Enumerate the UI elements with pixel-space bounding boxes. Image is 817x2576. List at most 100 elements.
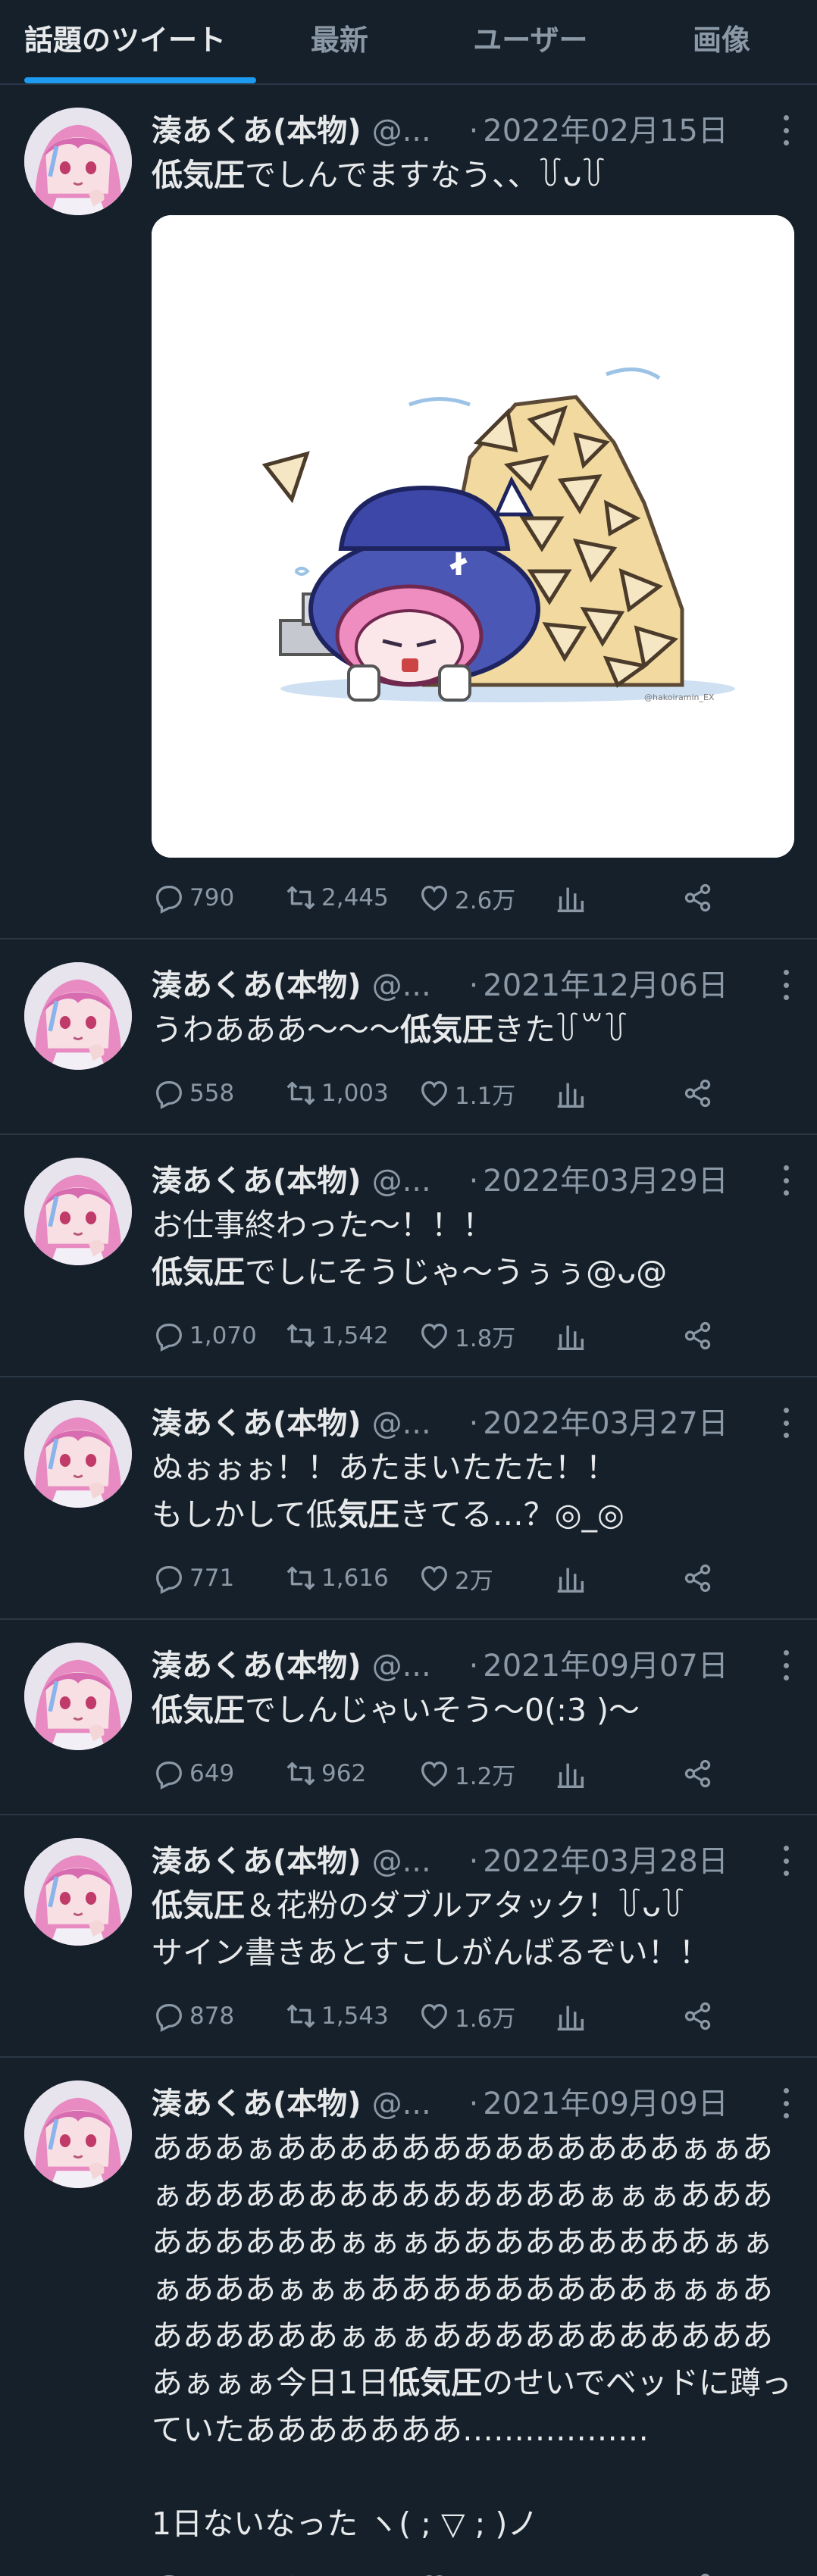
tweet[interactable]: 湊あくあ(本物) @... · 2022年03月27日 ぬぉぉぉ！！あたまいたた… bbox=[0, 1377, 817, 1620]
reply-button[interactable]: 558 bbox=[152, 1076, 283, 1111]
tweet-text-segment: でしんじゃいそう～0(:3 )～ bbox=[245, 1692, 640, 1728]
like-button[interactable]: 2万 bbox=[417, 1561, 553, 1596]
share-button[interactable] bbox=[681, 1999, 718, 2034]
analytics-button[interactable] bbox=[553, 1076, 681, 1111]
tweet[interactable]: 湊あくあ(本物) @... · 2022年03月28日 低気圧＆花粉のダブルアタ… bbox=[0, 1815, 817, 2058]
avatar[interactable] bbox=[24, 1158, 132, 1265]
avatar[interactable] bbox=[24, 1838, 132, 1946]
share-icon bbox=[684, 1079, 711, 1108]
more-icon[interactable] bbox=[782, 2088, 790, 2118]
more-icon[interactable] bbox=[782, 115, 790, 145]
tweet-text-segment: あああぁあああああああああああああぁぁあぁあああああああああああああぁぁぁあああ… bbox=[152, 2130, 773, 2401]
tweet-header: 湊あくあ(本物) @... · 2022年02月15日 bbox=[152, 106, 794, 152]
retweet-button[interactable]: 2,445 bbox=[283, 880, 417, 915]
reply-button[interactable]: 878 bbox=[152, 1999, 283, 2034]
more-icon[interactable] bbox=[782, 1165, 790, 1196]
tweet-header: 湊あくあ(本物) @... · 2021年12月06日 bbox=[152, 961, 794, 1006]
highlight-keyword: 低気圧 bbox=[152, 1254, 245, 1290]
share-button[interactable] bbox=[681, 2570, 718, 2576]
share-button[interactable] bbox=[681, 1561, 718, 1596]
author-name[interactable]: 湊あくあ(本物) bbox=[152, 2079, 362, 2123]
like-button[interactable]: 1.1万 bbox=[417, 1076, 553, 1111]
author-handle[interactable]: @... bbox=[372, 2087, 455, 2121]
retweet-count: 2,445 bbox=[321, 884, 389, 911]
tweet[interactable]: 湊あくあ(本物) @... · 2022年02月15日 低気圧でしんでますなう、… bbox=[0, 85, 817, 939]
like-button[interactable]: 1.8万 bbox=[417, 1318, 553, 1353]
author-handle[interactable]: @... bbox=[372, 114, 455, 148]
tab-people[interactable]: ユーザー bbox=[435, 0, 626, 83]
more-icon[interactable] bbox=[782, 1650, 790, 1680]
reply-button[interactable]: 771 bbox=[152, 1561, 283, 1596]
analytics-button[interactable] bbox=[553, 1561, 681, 1596]
author-name[interactable]: 湊あくあ(本物) bbox=[152, 1641, 362, 1685]
tweet-date[interactable]: 2021年12月06日 bbox=[483, 961, 728, 1005]
tweet-header: 湊あくあ(本物) @... · 2022年03月29日 bbox=[152, 1156, 794, 1202]
tweet-date[interactable]: 2021年09月09日 bbox=[483, 2079, 728, 2123]
analytics-button[interactable] bbox=[553, 2570, 681, 2576]
author-name[interactable]: 湊あくあ(本物) bbox=[152, 1156, 362, 1200]
separator-dot: · bbox=[468, 2087, 479, 2121]
retweet-icon bbox=[286, 1762, 315, 1786]
reply-button[interactable]: 790 bbox=[152, 880, 283, 915]
tweet-date[interactable]: 2022年03月29日 bbox=[483, 1156, 728, 1200]
avatar[interactable] bbox=[24, 2080, 132, 2188]
more-icon[interactable] bbox=[782, 1408, 790, 1438]
author-handle[interactable]: @... bbox=[372, 1406, 455, 1441]
stats-icon bbox=[557, 1083, 584, 1108]
reply-button[interactable]: 649 bbox=[152, 1756, 283, 1791]
retweet-icon bbox=[286, 886, 315, 910]
share-button[interactable] bbox=[681, 1318, 718, 1353]
analytics-button[interactable] bbox=[553, 880, 681, 915]
more-icon[interactable] bbox=[782, 1846, 790, 1876]
like-button[interactable]: 2.6万 bbox=[417, 880, 553, 915]
more-icon[interactable] bbox=[782, 970, 790, 1000]
like-button[interactable]: 1.6万 bbox=[417, 1999, 553, 2034]
author-name[interactable]: 湊あくあ(本物) bbox=[152, 1837, 362, 1880]
tweet-date[interactable]: 2022年03月27日 bbox=[483, 1399, 728, 1443]
tweet-image[interactable]: @hakoiramin_EX bbox=[152, 215, 794, 858]
share-button[interactable] bbox=[681, 1076, 718, 1111]
retweet-button[interactable]: 962 bbox=[283, 1756, 417, 1791]
share-button[interactable] bbox=[681, 880, 718, 915]
avatar[interactable] bbox=[24, 1400, 132, 1508]
like-button[interactable]: 1.2万 bbox=[417, 1756, 553, 1791]
analytics-button[interactable] bbox=[553, 1999, 681, 2034]
author-handle[interactable]: @... bbox=[372, 968, 455, 1003]
tweet-date[interactable]: 2021年09月07日 bbox=[483, 1641, 728, 1685]
author-name[interactable]: 湊あくあ(本物) bbox=[152, 1399, 362, 1443]
avatar[interactable] bbox=[24, 962, 132, 1070]
tweet[interactable]: 湊あくあ(本物) @... · 2021年12月06日 うわあああ～～～低気圧き… bbox=[0, 939, 817, 1135]
tweet-date[interactable]: 2022年03月28日 bbox=[483, 1837, 728, 1880]
share-button[interactable] bbox=[681, 1756, 718, 1791]
tweet-actions: 790 2,445 2.6万 bbox=[152, 858, 794, 938]
tab-top[interactable]: 話題のツイート bbox=[0, 0, 256, 83]
retweet-icon bbox=[286, 1566, 315, 1590]
avatar[interactable] bbox=[24, 108, 132, 215]
tweet[interactable]: 湊あくあ(本物) @... · 2021年09月09日 あああぁああああああああ… bbox=[0, 2058, 817, 2576]
avatar[interactable] bbox=[24, 1643, 132, 1750]
author-handle[interactable]: @... bbox=[372, 1649, 455, 1683]
retweet-button[interactable]: 1,107 bbox=[283, 2570, 417, 2576]
tab-latest[interactable]: 最新 bbox=[244, 0, 435, 83]
reply-count: 1,070 bbox=[189, 1322, 257, 1349]
author-handle[interactable]: @... bbox=[372, 1164, 455, 1199]
retweet-button[interactable]: 1,616 bbox=[283, 1561, 417, 1596]
reply-count: 649 bbox=[189, 1760, 235, 1787]
analytics-button[interactable] bbox=[553, 1756, 681, 1791]
tweet[interactable]: 湊あくあ(本物) @... · 2021年09月07日 低気圧でしんじゃいそう～… bbox=[0, 1620, 817, 1815]
author-name[interactable]: 湊あくあ(本物) bbox=[152, 106, 362, 150]
author-name[interactable]: 湊あくあ(本物) bbox=[152, 961, 362, 1005]
author-handle[interactable]: @... bbox=[372, 1844, 455, 1879]
like-button[interactable]: 1.2万 bbox=[417, 2570, 553, 2576]
tweet[interactable]: 湊あくあ(本物) @... · 2022年03月29日 お仕事終わった～！！！ … bbox=[0, 1135, 817, 1377]
retweet-button[interactable]: 1,543 bbox=[283, 1999, 417, 2034]
retweet-button[interactable]: 1,542 bbox=[283, 1318, 417, 1353]
reply-button[interactable]: 576 bbox=[152, 2570, 283, 2576]
tab-photos[interactable]: 画像 bbox=[626, 0, 817, 83]
reply-button[interactable]: 1,070 bbox=[152, 1318, 283, 1353]
tweet-date[interactable]: 2022年02月15日 bbox=[483, 106, 728, 150]
separator-dot: · bbox=[468, 114, 479, 148]
tweet-text-segment: うわあああ～～～ bbox=[152, 1011, 400, 1048]
retweet-button[interactable]: 1,003 bbox=[283, 1076, 417, 1111]
analytics-button[interactable] bbox=[553, 1318, 681, 1353]
